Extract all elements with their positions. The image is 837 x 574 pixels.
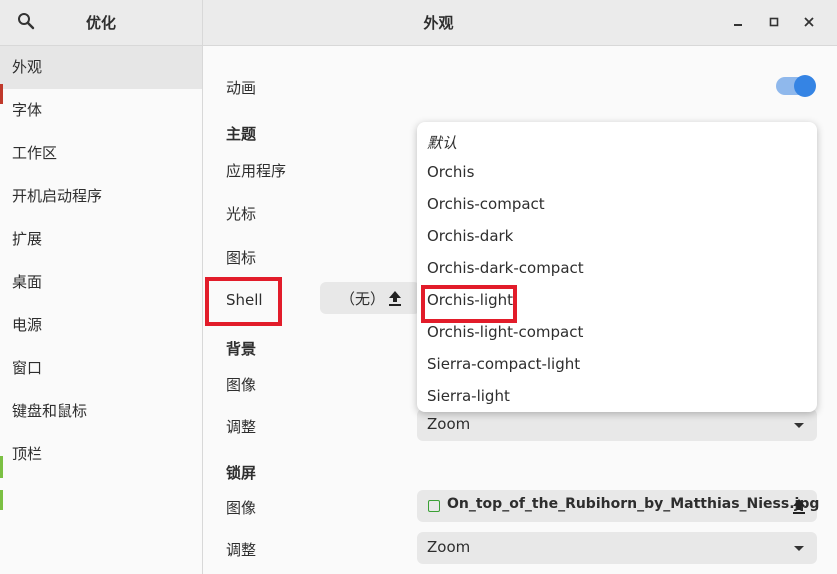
themes-heading: 主题	[226, 125, 257, 143]
sidebar-item-desktop[interactable]: 桌面	[0, 261, 202, 304]
chevron-down-icon	[794, 546, 804, 551]
sidebar-item-top-bar[interactable]: 顶栏	[0, 433, 202, 476]
popover-item-sierra-compact-light[interactable]: Sierra-compact-light	[427, 355, 580, 373]
lockscreen-adjust-dropdown[interactable]: Zoom	[417, 532, 817, 564]
background-adjust-value: Zoom	[427, 415, 471, 433]
toggle-knob	[794, 75, 816, 97]
shell-highlight-box	[205, 277, 282, 326]
lockscreen-image-button[interactable]: On_top_of_the_Rubihorn_by_Matthias_Niess…	[417, 490, 820, 522]
popover-item-orchis-dark-compact[interactable]: Orchis-dark-compact	[427, 259, 584, 277]
animation-label: 动画	[226, 79, 257, 97]
sidebar-item-fonts[interactable]: 字体	[0, 89, 202, 132]
sidebar-item-workspaces[interactable]: 工作区	[0, 132, 202, 175]
sidebar-item-windows[interactable]: 窗口	[0, 347, 202, 390]
icons-label: 图标	[226, 249, 257, 267]
shell-theme-value: （无）	[340, 290, 386, 308]
header-bar: 优化 外观	[0, 0, 837, 46]
popover-item-orchis-light-compact[interactable]: Orchis-light-compact	[427, 323, 583, 341]
desktop-edge-green-1	[0, 456, 3, 478]
sidebar-item-keyboard-mouse[interactable]: 键盘和鼠标	[0, 390, 202, 433]
background-image-label: 图像	[226, 376, 257, 394]
minimize-icon	[734, 24, 742, 26]
close-icon	[804, 17, 814, 27]
sidebar-item-appearance[interactable]: 外观	[0, 46, 202, 89]
chevron-down-icon	[794, 423, 804, 428]
lockscreen-image-value: On_top_of_the_Rubihorn_by_Matthias_Niess…	[447, 496, 820, 512]
shell-theme-button[interactable]: （无）	[320, 282, 420, 314]
background-adjust-dropdown[interactable]: Zoom	[417, 409, 817, 441]
animation-toggle[interactable]	[776, 75, 816, 97]
close-button[interactable]	[796, 9, 822, 35]
window-title: 外观	[423, 14, 454, 32]
lockscreen-heading: 锁屏	[226, 464, 257, 482]
sidebar-item-startup-apps[interactable]: 开机启动程序	[0, 175, 202, 218]
sidebar: 外观 字体 工作区 开机启动程序 扩展 桌面 电源 窗口 键盘和鼠标 顶栏	[0, 46, 203, 574]
popover-item-default[interactable]: 默认	[427, 132, 457, 153]
image-file-icon	[428, 500, 440, 512]
minimize-button[interactable]	[725, 9, 751, 35]
popover-item-orchis-compact[interactable]: Orchis-compact	[427, 195, 545, 213]
upload-icon	[389, 291, 401, 306]
popover-item-orchis[interactable]: Orchis	[427, 163, 474, 181]
upload-icon	[793, 499, 805, 514]
orchis-light-highlight-box	[421, 285, 517, 323]
popover-item-sierra-light[interactable]: Sierra-light	[427, 387, 510, 405]
maximize-icon	[769, 17, 779, 27]
lockscreen-adjust-label: 调整	[226, 541, 257, 559]
maximize-button[interactable]	[761, 9, 787, 35]
theme-popover: 默认 Orchis Orchis-compact Orchis-dark Orc…	[417, 122, 817, 412]
desktop-edge-red	[0, 84, 3, 104]
sidebar-item-extensions[interactable]: 扩展	[0, 218, 202, 261]
background-heading: 背景	[226, 340, 257, 358]
applications-label: 应用程序	[226, 162, 287, 180]
desktop-edge-green-2	[0, 490, 3, 510]
lockscreen-image-label: 图像	[226, 499, 257, 517]
popover-item-orchis-dark[interactable]: Orchis-dark	[427, 227, 513, 245]
sidebar-item-power[interactable]: 电源	[0, 304, 202, 347]
lockscreen-adjust-value: Zoom	[427, 538, 471, 556]
cursor-label: 光标	[226, 205, 257, 223]
background-adjust-label: 调整	[226, 418, 257, 436]
